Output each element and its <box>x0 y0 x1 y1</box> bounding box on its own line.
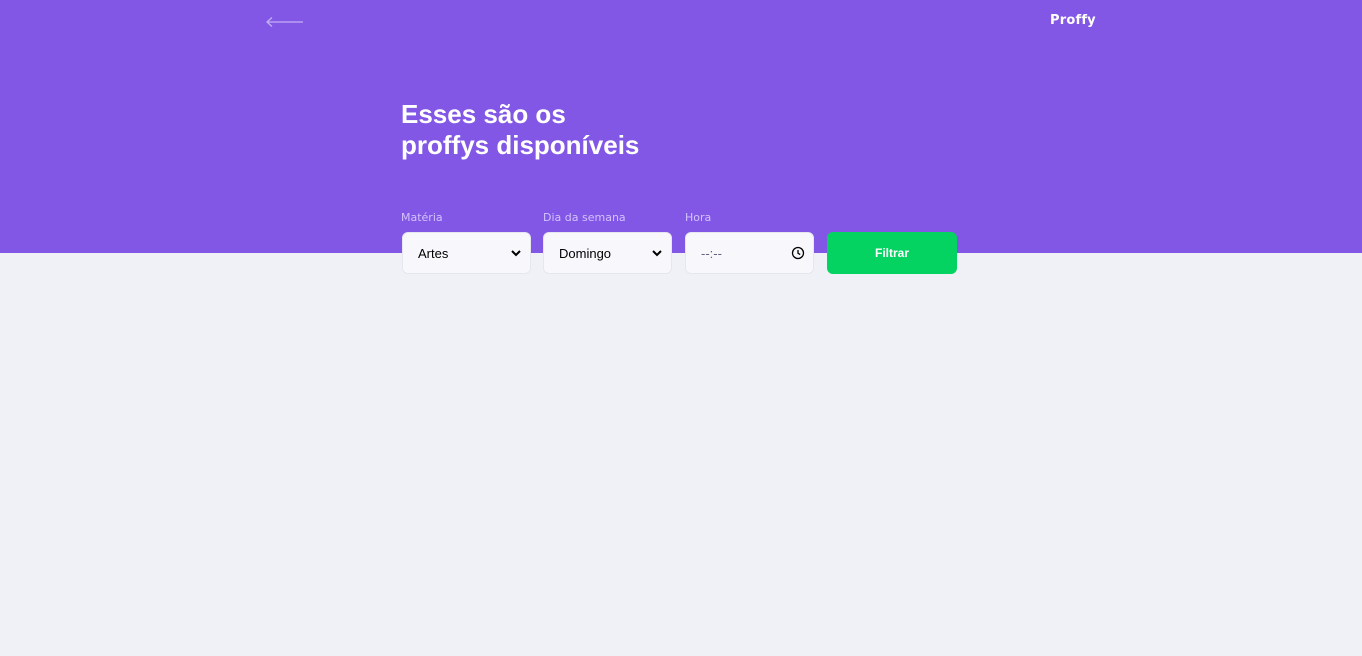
weekday-select-value: Domingo <box>559 245 612 261</box>
subject-select[interactable]: Artes <box>402 232 531 274</box>
time-input[interactable]: --:-- <box>685 232 814 274</box>
arrow-left-icon <box>265 16 305 28</box>
filter-button[interactable]: Filtrar <box>827 232 957 274</box>
time-input-value: --:-- <box>701 245 722 261</box>
time-label: Hora <box>685 211 712 224</box>
clock-icon[interactable] <box>791 246 805 260</box>
page-title: Esses são os proffys disponíveis <box>401 99 801 161</box>
chevron-down-icon <box>510 247 522 259</box>
chevron-down-icon <box>651 247 663 259</box>
title-line-2: proffys disponíveis <box>401 130 640 160</box>
logo: Proffy <box>1050 13 1096 28</box>
subject-select-value: Artes <box>418 245 449 261</box>
weekday-label: Dia da semana <box>543 211 626 224</box>
back-button[interactable] <box>264 12 306 32</box>
weekday-select[interactable]: Domingo <box>543 232 672 274</box>
title-line-1: Esses são os <box>401 99 566 129</box>
subject-label: Matéria <box>401 211 443 224</box>
